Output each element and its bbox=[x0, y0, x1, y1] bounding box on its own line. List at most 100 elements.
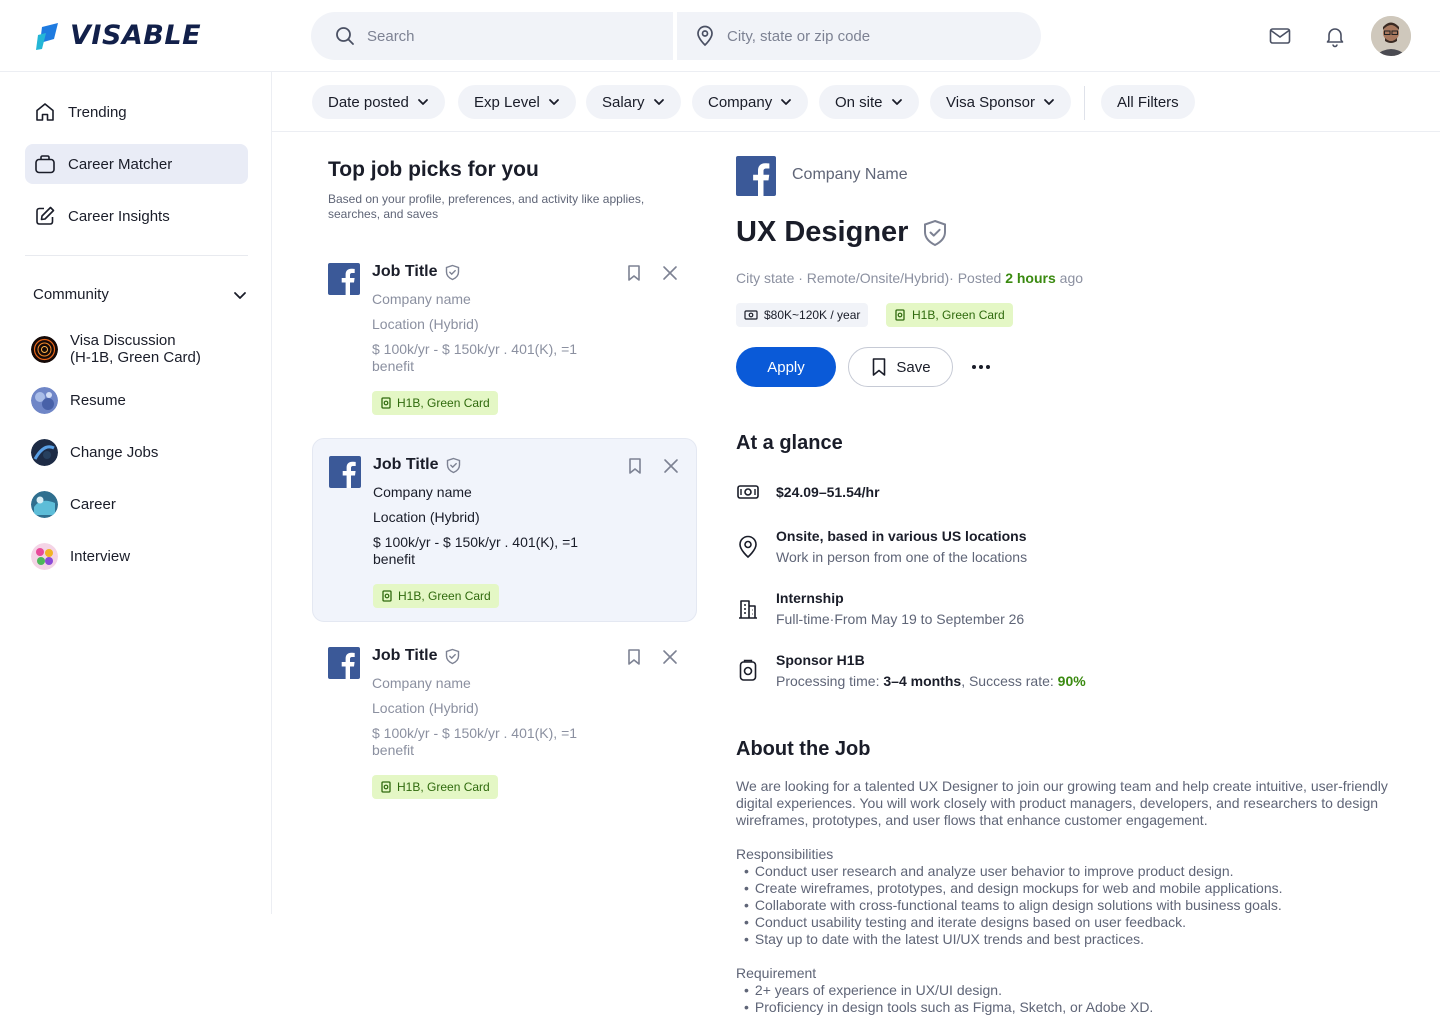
job-card[interactable]: Job Title Company name Location (Hybrid)… bbox=[312, 246, 697, 430]
filter-on-site[interactable]: On site bbox=[819, 85, 919, 119]
edit-icon bbox=[36, 206, 55, 225]
glance-sponsor: Sponsor H1B Processing time: 3–4 months,… bbox=[736, 651, 1086, 690]
about-intro: We are looking for a talented UX Designe… bbox=[736, 778, 1388, 828]
all-filters-button[interactable]: All Filters bbox=[1101, 85, 1195, 119]
about-job-body: We are looking for a talented UX Designe… bbox=[736, 778, 1396, 1024]
mail-icon[interactable] bbox=[1268, 24, 1292, 48]
filter-bar: Date posted Exp Level Salary Company On … bbox=[272, 72, 1440, 132]
salary-tag: $80K~120K / year bbox=[736, 303, 869, 327]
chevron-down-icon bbox=[234, 291, 246, 299]
detail-meta-suffix: ago bbox=[1059, 270, 1084, 286]
visa-tag: H1B, Green Card bbox=[372, 775, 498, 799]
chevron-down-icon bbox=[548, 99, 559, 105]
interview-avatar bbox=[31, 543, 58, 570]
job-title: Job Title bbox=[372, 647, 461, 665]
more-options-icon[interactable] bbox=[969, 357, 993, 377]
sidebar-item-career-matcher[interactable]: Career Matcher bbox=[25, 144, 248, 184]
company-name: Company name bbox=[373, 484, 472, 500]
facebook-logo-icon bbox=[328, 263, 360, 295]
job-title-text: Job Title bbox=[373, 456, 439, 473]
filter-visa-sponsor[interactable]: Visa Sponsor bbox=[930, 85, 1071, 119]
visa-tag-label: H1B, Green Card bbox=[397, 396, 490, 410]
job-title-text: Job Title bbox=[372, 263, 438, 280]
facebook-logo-icon bbox=[328, 647, 360, 679]
job-list-title: Top job picks for you bbox=[328, 158, 539, 181]
glance-job-type-main: Internship bbox=[776, 590, 844, 606]
filter-exp-level[interactable]: Exp Level bbox=[458, 85, 576, 119]
bookmark-icon[interactable] bbox=[625, 648, 643, 666]
community-item-visa-discussion[interactable]: Visa Discussion (H-1B, Green Card) bbox=[31, 332, 201, 366]
processing-time: 3–4 months bbox=[883, 673, 962, 689]
save-button[interactable]: Save bbox=[848, 347, 953, 387]
location-pin-icon bbox=[697, 25, 713, 47]
money-icon bbox=[744, 310, 758, 320]
keyword-search[interactable] bbox=[311, 12, 673, 60]
job-salary-line2: benefit bbox=[372, 358, 415, 374]
bookmark-icon bbox=[873, 358, 886, 376]
visable-logo[interactable]: VISABLE bbox=[36, 20, 201, 51]
detail-meta-location: City state · Remote/Onsite/Hybrid)· Post… bbox=[736, 270, 1002, 286]
sidebar-item-label: Trending bbox=[68, 103, 127, 121]
resume-avatar bbox=[31, 387, 58, 414]
list-item: Conduct usability testing and iterate de… bbox=[736, 914, 1396, 931]
job-location: Location (Hybrid) bbox=[373, 509, 480, 525]
glance-pay-value: $24.09–51.54/hr bbox=[776, 484, 880, 500]
company-name: Company name bbox=[372, 675, 471, 691]
responsibilities-heading: Responsibilities bbox=[736, 846, 834, 862]
search-input[interactable] bbox=[367, 27, 647, 45]
requirement-heading: Requirement bbox=[736, 965, 817, 981]
location-input[interactable] bbox=[727, 27, 1007, 45]
filter-divider bbox=[1084, 86, 1085, 120]
community-item-label-line1: Visa Discussion bbox=[70, 332, 176, 349]
community-item-career[interactable]: Career bbox=[31, 491, 116, 518]
job-salary-line2: benefit bbox=[373, 551, 416, 567]
success-rate-label: , Success rate: bbox=[961, 673, 1054, 689]
filter-label: On site bbox=[835, 93, 883, 111]
job-location: Location (Hybrid) bbox=[372, 700, 479, 716]
job-salary-line1: $ 100k/yr - $ 150k/yr . 401(K), =1 bbox=[373, 534, 579, 550]
filter-company[interactable]: Company bbox=[692, 85, 809, 119]
bookmark-icon[interactable] bbox=[626, 457, 644, 475]
processing-label: Processing time: bbox=[776, 673, 880, 689]
community-item-label-line2: (H-1B, Green Card) bbox=[70, 349, 201, 366]
sidebar-item-label: Career Insights bbox=[68, 207, 170, 225]
close-icon[interactable] bbox=[662, 457, 680, 475]
facebook-logo-icon bbox=[329, 456, 361, 488]
visa-tag-label: H1B, Green Card bbox=[397, 780, 490, 794]
filter-date-posted[interactable]: Date posted bbox=[312, 85, 445, 119]
close-icon[interactable] bbox=[661, 648, 679, 666]
community-label: Community bbox=[33, 286, 109, 303]
list-item: Proficiency in design tools such as Figm… bbox=[736, 999, 1396, 1016]
community-toggle[interactable]: Community bbox=[33, 286, 248, 303]
job-card-selected[interactable]: Job Title Company name Location (Hybrid)… bbox=[312, 438, 697, 622]
at-a-glance-heading: At a glance bbox=[736, 432, 843, 454]
close-icon[interactable] bbox=[661, 264, 679, 282]
passport-icon bbox=[739, 659, 757, 681]
job-card[interactable]: Job Title Company name Location (Hybrid)… bbox=[312, 630, 697, 814]
verified-shield-icon bbox=[924, 219, 947, 246]
bell-icon[interactable] bbox=[1323, 24, 1347, 48]
community-item-resume[interactable]: Resume bbox=[31, 387, 126, 414]
briefcase-icon bbox=[35, 155, 55, 174]
community-item-interview[interactable]: Interview bbox=[31, 543, 130, 570]
about-job-heading: About the Job bbox=[736, 738, 871, 760]
bookmark-icon[interactable] bbox=[625, 264, 643, 282]
company-name: Company name bbox=[372, 291, 471, 307]
location-search[interactable] bbox=[677, 12, 1041, 60]
verified-shield-icon bbox=[446, 457, 460, 473]
filter-label: All Filters bbox=[1117, 93, 1179, 111]
sidebar-item-career-insights[interactable]: Career Insights bbox=[25, 196, 248, 236]
sidebar-item-label: Career Matcher bbox=[68, 155, 173, 173]
job-salary-line2: benefit bbox=[372, 742, 415, 758]
sidebar-item-trending[interactable]: Trending bbox=[25, 92, 248, 132]
user-avatar[interactable] bbox=[1371, 16, 1411, 56]
job-title-text: Job Title bbox=[372, 647, 438, 664]
apply-button[interactable]: Apply bbox=[736, 347, 836, 387]
save-button-label: Save bbox=[896, 358, 931, 376]
location-pin-icon bbox=[739, 535, 757, 559]
requirements-list: 2+ years of experience in UX/UI design. … bbox=[736, 982, 1396, 1016]
filter-salary[interactable]: Salary bbox=[586, 85, 681, 119]
community-item-change-jobs[interactable]: Change Jobs bbox=[31, 439, 158, 466]
detail-company-name[interactable]: Company Name bbox=[792, 166, 908, 184]
top-header: VISABLE bbox=[0, 0, 1440, 72]
